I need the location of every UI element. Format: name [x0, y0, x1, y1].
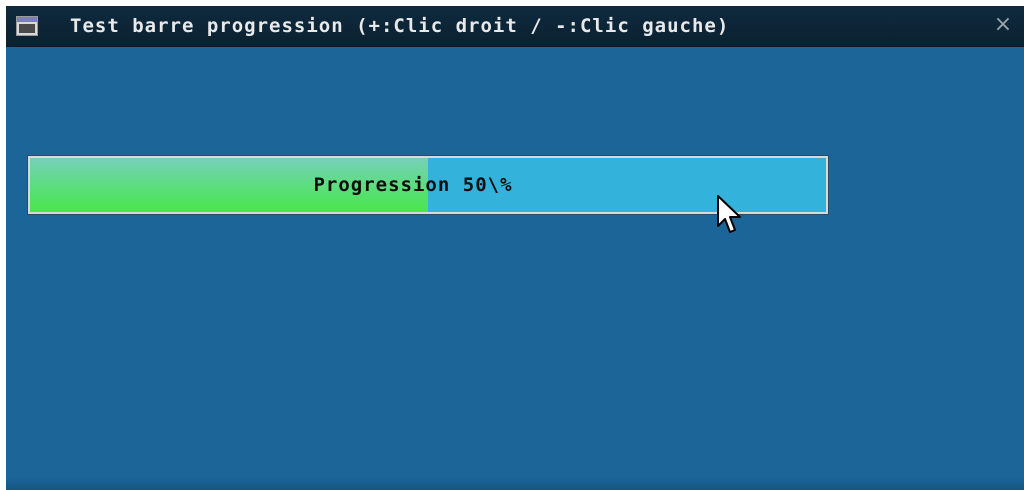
mouse-pointer-icon: [717, 195, 741, 233]
title-bar[interactable]: Test barre progression (+:Clic droit / -…: [6, 6, 1024, 47]
progress-label: Progression 50\%: [313, 174, 513, 196]
app-window-icon[interactable]: [16, 16, 38, 36]
close-icon[interactable]: ×: [990, 12, 1016, 38]
app-window: Test barre progression (+:Clic droit / -…: [6, 6, 1024, 490]
progress-bar[interactable]: Progression 50\%: [28, 156, 828, 214]
window-title: Test barre progression (+:Clic droit / -…: [70, 15, 730, 37]
